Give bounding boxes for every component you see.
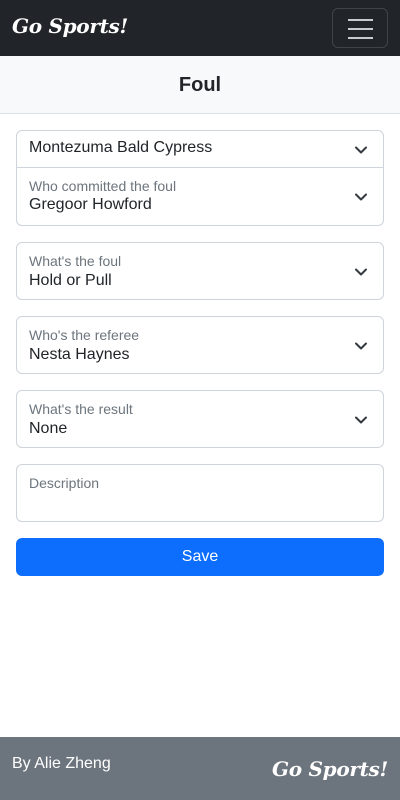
foul-select-label: What's the foul	[29, 253, 122, 269]
author-byline: By Alie Zheng	[12, 755, 111, 772]
save-button[interactable]: Save	[16, 538, 384, 576]
footer: By Alie Zheng Go Sports!	[0, 737, 400, 800]
player-select[interactable]: Who committed the foul Gregoor Howford	[16, 168, 384, 226]
result-select-value: None	[29, 420, 68, 437]
referee-select-label: Who's the referee	[29, 327, 140, 343]
chevron-down-icon	[355, 146, 367, 154]
referee-select-value: Nesta Haynes	[29, 346, 130, 363]
foul-select-value: Hold or Pull	[29, 272, 112, 289]
chevron-down-icon	[355, 268, 367, 276]
chevron-down-icon	[355, 416, 367, 424]
description-textarea[interactable]: Description	[16, 464, 384, 522]
hamburger-menu-icon	[348, 19, 373, 21]
referee-select[interactable]: Who's the referee Nesta Haynes	[16, 316, 384, 374]
page-title: Foul	[0, 56, 400, 114]
top-navbar: Go Sports!	[0, 0, 400, 56]
description-label: Description	[29, 475, 100, 491]
footer-brand-logo: Go Sports!	[272, 757, 388, 781]
team-select-value: Montezuma Bald Cypress	[29, 139, 213, 156]
team-select[interactable]: Montezuma Bald Cypress	[16, 130, 384, 168]
brand-logo[interactable]: Go Sports!	[12, 14, 128, 38]
menu-toggle-button[interactable]	[332, 8, 388, 48]
hamburger-menu-icon	[348, 37, 373, 39]
result-select-label: What's the result	[29, 401, 133, 417]
player-select-value: Gregoor Howford	[29, 196, 152, 213]
hamburger-menu-icon	[348, 28, 373, 30]
result-select[interactable]: What's the result None	[16, 390, 384, 448]
chevron-down-icon	[355, 342, 367, 350]
player-select-label: Who committed the foul	[29, 178, 177, 194]
chevron-down-icon	[355, 193, 367, 201]
foul-select[interactable]: What's the foul Hold or Pull	[16, 242, 384, 300]
